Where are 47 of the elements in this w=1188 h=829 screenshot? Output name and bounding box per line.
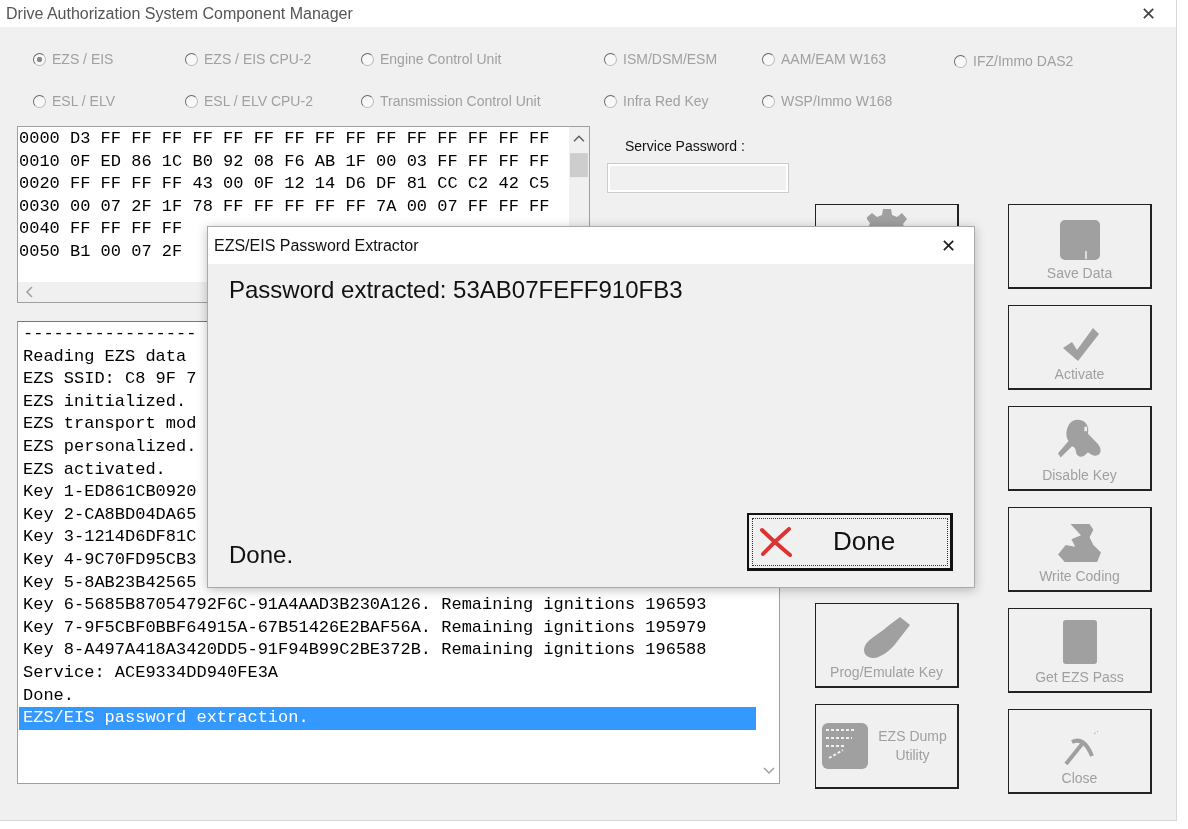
close-button[interactable]: ✕	[928, 227, 968, 264]
log-line[interactable]: Key 4-9C70FD95CB3	[19, 548, 197, 572]
hex-row-text: 0030 00 07 2F 1F 78 FF FF FF FF FF 7A 00 07 FF FF FF	[19, 195, 550, 218]
log-line[interactable]: Key 8-A497A418A3420DD5-91F94B99C2BE372B. Remaining ignitions 196588	[19, 639, 707, 662]
log-line[interactable]: EZS activated.	[19, 458, 166, 482]
hex-row: 0040 FF FF FF FF	[19, 218, 183, 241]
radio-label: Engine Control Unit	[380, 51, 502, 67]
radio-label: EZS / EIS	[52, 51, 114, 67]
hex-row: 0020 FF FF FF FF 43 00 0F 12 14 D6 DF 81 CC C2 42 C5	[19, 173, 550, 196]
service-password-label: Service Password :	[624, 138, 746, 154]
radio-label: AAM/EAM W163	[781, 51, 887, 67]
status-text: Done.	[229, 541, 294, 569]
log-line[interactable]: Key 2-CA8BD04DA65	[19, 503, 197, 527]
radio-label: WSP/Immo W168	[781, 93, 893, 109]
window-title: Drive Authorization System Component Manager	[6, 4, 353, 23]
key-fob-icon	[861, 616, 912, 660]
log-line[interactable]: EZS initialized.	[19, 390, 187, 414]
log-line[interactable]: -----------------	[19, 323, 197, 346]
log-line[interactable]: EZS personalized.	[19, 435, 197, 459]
radio-label: ISM/DSM/ESM	[623, 51, 718, 67]
card-icon	[1061, 619, 1098, 665]
cross-icon	[759, 526, 793, 557]
radio-label: ESL / ELV CPU-2	[204, 93, 313, 109]
radio-label: EZS / EIS CPU-2	[204, 51, 312, 67]
radio-label: ESL / ELV	[52, 93, 116, 109]
chip-icon	[820, 722, 869, 770]
hex-row-text: 0010 0F ED 86 1C B0 92 08 F6 AB 1F 00 03 FF FF FF FF	[19, 150, 550, 173]
radio-label: Infra Red Key	[623, 93, 709, 109]
log-line[interactable]: Key 3-1214D6DF81C	[19, 526, 197, 549]
password-message: Password extracted: 53AB07FEFF910FB3	[229, 276, 683, 304]
hex-row-text: 0000 D3 FF FF FF FF FF FF FF FF FF FF FF FF FF FF FF	[19, 128, 550, 150]
radio-label: Transmission Control Unit	[380, 93, 541, 109]
scroll-down-icon[interactable]	[763, 767, 775, 775]
close-button[interactable]: ✕	[1128, 0, 1168, 27]
done-button[interactable]: Done	[747, 513, 953, 571]
log-line[interactable]: Reading EZS data	[19, 345, 187, 369]
log-line[interactable]: Service: ACE9334DD940FE3A	[19, 661, 279, 685]
log-line[interactable]: Key 7-9F5CBF0BBF64915A-67B51426E2BAF56A. Remaining ignitions 195979	[19, 616, 707, 640]
log-line[interactable]: EZS transport mod	[19, 413, 197, 436]
log-line[interactable]: Done.	[19, 684, 74, 708]
log-line[interactable]: Key 5-8AB23B42565	[19, 571, 197, 595]
radio-label: IFZ/Immo DAS2	[973, 53, 1074, 69]
log-line[interactable]: Key 1-ED861CB0920	[19, 481, 197, 504]
hex-row-text: 0050 B1 00 07 2F	[19, 240, 183, 263]
log-line[interactable]: Key 6-5685B87054792F6C-91A4AAD3B230A126. Remaining ignitions 196593	[19, 594, 707, 617]
log-line[interactable]: EZS SSID: C8 9F 7	[19, 368, 197, 391]
dialog-title: EZS/EIS Password Extractor	[214, 236, 419, 255]
